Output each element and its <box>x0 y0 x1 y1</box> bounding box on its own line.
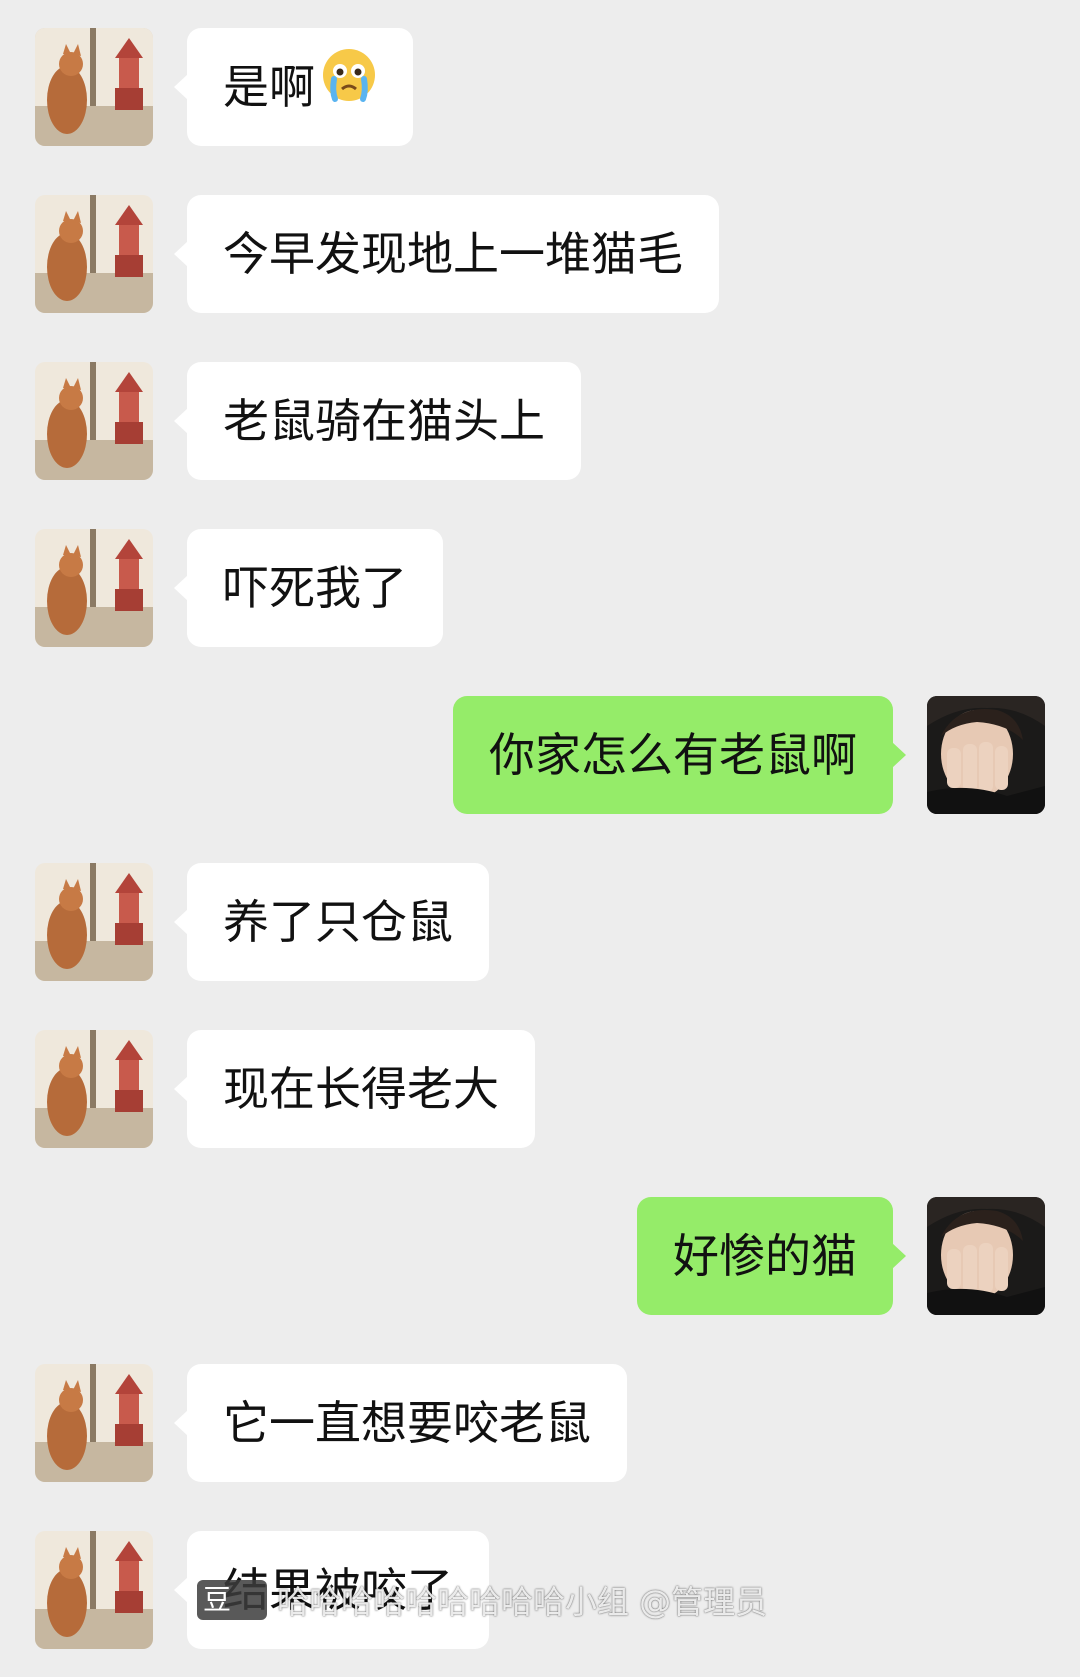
message-text: 你家怎么有老鼠啊 <box>489 728 857 782</box>
message-row-incoming: 现在长得老大 <box>0 1030 1080 1148</box>
message-text: 是啊 <box>223 60 315 114</box>
message-row-incoming: 是啊 <box>0 28 1080 146</box>
message-row-outgoing: 你家怎么有老鼠啊 <box>0 696 1080 814</box>
message-text: 老鼠骑在猫头上 <box>223 394 545 448</box>
contact-avatar-cat[interactable] <box>35 362 153 480</box>
message-text: 它一直想要咬老鼠 <box>223 1396 591 1450</box>
user-avatar-man[interactable] <box>927 696 1045 814</box>
message-text: 今早发现地上一堆猫毛 <box>223 227 683 281</box>
message-bubble-incoming[interactable]: 养了只仓鼠 <box>174 863 489 981</box>
watermark-text: 哈哈哈哈哈哈哈哈哈小组 @管理员 <box>277 1583 768 1621</box>
contact-avatar-cat[interactable] <box>35 1531 153 1649</box>
douban-logo: 豆 <box>197 1580 267 1620</box>
message-text: 好惨的猫 <box>673 1229 857 1283</box>
message-text: 养了只仓鼠 <box>223 895 453 949</box>
message-bubble-incoming[interactable]: 现在长得老大 <box>174 1030 535 1148</box>
message-bubble-incoming[interactable]: 老鼠骑在猫头上 <box>174 362 581 480</box>
message-bubble-incoming[interactable]: 吓死我了 <box>174 529 443 647</box>
user-avatar-man[interactable] <box>927 1197 1045 1315</box>
message-row-incoming: 老鼠骑在猫头上 <box>0 362 1080 480</box>
message-bubble-incoming[interactable]: 今早发现地上一堆猫毛 <box>174 195 719 313</box>
message-text: 吓死我了 <box>223 561 407 615</box>
chat-conversation: 是啊 今早发现地上一堆猫毛 老鼠骑在猫头上 吓死我了 你家怎么有老鼠啊 养了只仓… <box>0 0 1080 1677</box>
message-row-incoming: 它一直想要咬老鼠 <box>0 1364 1080 1482</box>
message-text: 现在长得老大 <box>223 1062 499 1116</box>
contact-avatar-cat[interactable] <box>35 1030 153 1148</box>
contact-avatar-cat[interactable] <box>35 195 153 313</box>
message-bubble-incoming[interactable]: 它一直想要咬老鼠 <box>174 1364 627 1482</box>
douban-watermark: 豆 哈哈哈哈哈哈哈哈哈小组 @管理员 <box>197 1578 767 1622</box>
contact-avatar-cat[interactable] <box>35 863 153 981</box>
crying-face-emoji-icon <box>321 28 377 146</box>
message-bubble-incoming[interactable]: 是啊 <box>174 28 413 146</box>
message-row-incoming: 今早发现地上一堆猫毛 <box>0 195 1080 313</box>
message-bubble-outgoing[interactable]: 你家怎么有老鼠啊 <box>453 696 906 814</box>
message-row-incoming: 吓死我了 <box>0 529 1080 647</box>
contact-avatar-cat[interactable] <box>35 1364 153 1482</box>
message-bubble-outgoing[interactable]: 好惨的猫 <box>637 1197 906 1315</box>
contact-avatar-cat[interactable] <box>35 28 153 146</box>
message-row-incoming: 养了只仓鼠 <box>0 863 1080 981</box>
message-row-outgoing: 好惨的猫 <box>0 1197 1080 1315</box>
contact-avatar-cat[interactable] <box>35 529 153 647</box>
